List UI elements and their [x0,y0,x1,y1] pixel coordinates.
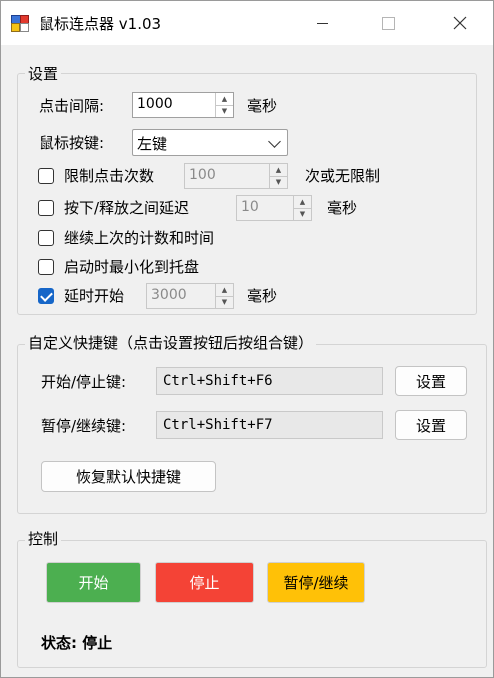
close-button[interactable] [437,1,483,45]
minimize-icon [316,22,328,24]
stop-button[interactable]: 停止 [155,562,254,603]
hotkeys-group-title: 自定义快捷键（点击设置按钮后按组合键） [25,332,317,353]
reset-hotkeys-button[interactable]: 恢复默认快捷键 [41,461,216,492]
pause-resume-hotkey-label: 暂停/继续键: [41,417,127,435]
set-start-stop-button[interactable]: 设置 [395,366,467,396]
set-pause-resume-button[interactable]: 设置 [395,410,467,440]
interval-spinner[interactable]: ▲ ▼ [215,93,233,117]
delay-start-unit: 毫秒 [247,287,278,305]
pause-resume-hotkey-value: Ctrl+Shift+F7 [163,417,273,433]
press-delay-label: 按下/释放之间延迟 [64,199,190,217]
limit-checkbox[interactable] [38,168,54,184]
chevron-down-icon [268,135,281,148]
delay-start-checkbox[interactable] [38,288,54,304]
limit-spinner[interactable]: ▲ ▼ [269,164,287,188]
interval-unit: 毫秒 [247,97,278,115]
status-text: 状态: 停止 [41,634,113,652]
press-delay-spinner[interactable]: ▲ ▼ [293,196,311,220]
press-delay-checkbox[interactable] [38,200,54,216]
maximize-icon [381,16,395,30]
continue-checkbox[interactable] [38,230,54,246]
window-title: 鼠标连点器 v1.03 [39,15,162,33]
maximize-button[interactable] [365,1,411,45]
limit-label: 限制点击次数 [64,167,155,185]
control-group-title: 控制 [25,528,62,549]
limit-suffix: 次或无限制 [305,167,381,185]
press-delay-value: 10 [241,199,259,215]
spin-up-icon[interactable]: ▲ [269,164,287,177]
mouse-button-label: 鼠标按键: [39,134,105,152]
delay-start-value: 3000 [151,287,187,303]
settings-group-title: 设置 [25,63,62,84]
delay-start-input[interactable]: 3000 ▲ ▼ [146,283,234,309]
limit-value: 100 [189,167,216,183]
minimize-checkbox[interactable] [38,259,54,275]
spin-down-icon[interactable]: ▼ [269,176,287,188]
mouse-button-select[interactable]: 左键 [132,129,288,156]
press-delay-input[interactable]: 10 ▲ ▼ [236,195,312,221]
start-stop-hotkey-label: 开始/停止键: [41,373,127,391]
spin-down-icon[interactable]: ▼ [215,296,233,308]
spin-up-icon[interactable]: ▲ [215,93,233,106]
close-icon [453,16,467,30]
interval-value: 1000 [137,96,173,112]
interval-input[interactable]: 1000 ▲ ▼ [132,92,234,118]
mouse-button-value: 左键 [137,135,168,153]
minimize-label: 启动时最小化到托盘 [64,258,200,276]
start-stop-hotkey-field[interactable]: Ctrl+Shift+F6 [156,367,383,395]
app-icon [11,15,29,32]
pause-resume-hotkey-field[interactable]: Ctrl+Shift+F7 [156,411,383,439]
interval-label: 点击间隔: [39,97,105,115]
main-window: 鼠标连点器 v1.03 设置 点击间隔: 1000 ▲ ▼ 毫秒 鼠标按键: 左… [0,0,494,678]
delay-start-label: 延时开始 [64,287,125,305]
spin-up-icon[interactable]: ▲ [215,284,233,297]
spin-up-icon[interactable]: ▲ [293,196,311,209]
minimize-button[interactable] [299,1,345,45]
spin-down-icon[interactable]: ▼ [215,105,233,117]
continue-label: 继续上次的计数和时间 [64,229,215,247]
delay-start-spinner[interactable]: ▲ ▼ [215,284,233,308]
start-stop-hotkey-value: Ctrl+Shift+F6 [163,373,273,389]
title-bar: 鼠标连点器 v1.03 [1,1,493,45]
start-button[interactable]: 开始 [46,562,141,603]
press-delay-unit: 毫秒 [327,199,358,217]
limit-input[interactable]: 100 ▲ ▼ [184,163,288,189]
pause-resume-button[interactable]: 暂停/继续 [267,562,365,603]
spin-down-icon[interactable]: ▼ [293,208,311,220]
